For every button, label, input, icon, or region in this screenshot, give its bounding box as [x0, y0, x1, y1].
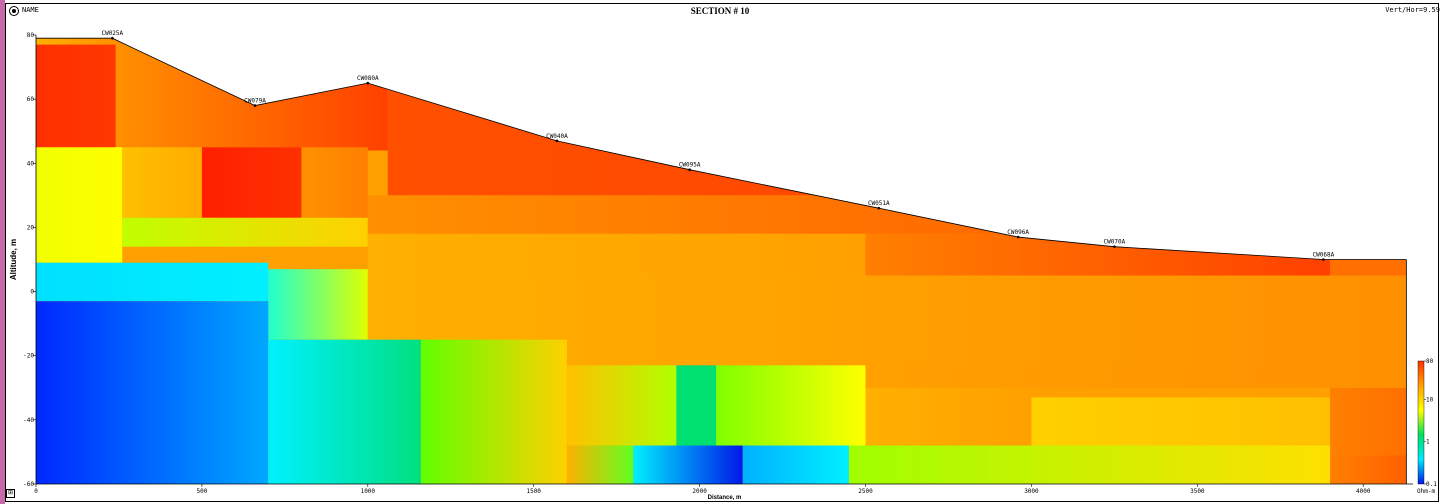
- y-tick-label: 20: [27, 224, 35, 231]
- x-tick-label: 2000: [692, 488, 707, 495]
- resistivity-layer: [201, 147, 302, 218]
- resistivity-layer: [268, 269, 368, 340]
- resistivity-layer: [36, 301, 269, 484]
- resistivity-layer: [36, 147, 123, 263]
- y-tick-label: 0: [30, 289, 34, 296]
- x-tick-label: 1000: [361, 488, 376, 495]
- x-tick-label: 0: [34, 488, 38, 495]
- resistivity-layer: [716, 365, 866, 446]
- resistivity-layer: [566, 445, 634, 484]
- resistivity-layer: [1031, 397, 1331, 446]
- x-axis-label: Distance, m: [708, 495, 742, 501]
- color-scale-unit: Ohm-m: [1417, 488, 1435, 495]
- x-tick-label: 1500: [526, 488, 541, 495]
- resistivity-layer: [865, 365, 1407, 388]
- station-label: CW080A: [357, 75, 379, 82]
- resistivity-layer: [420, 339, 567, 484]
- resistivity-section-chart: 0 500 1000 1500 2000 2500 3000 3500 4000 -60 -40 -2…: [9, 30, 1437, 501]
- color-scale-label: 80: [1426, 358, 1434, 365]
- y-tick-label: 60: [27, 96, 35, 103]
- y-tick-label: 80: [27, 32, 35, 39]
- resistivity-layer: [36, 262, 269, 302]
- y-tick-label: -20: [23, 353, 34, 360]
- color-scale-label: 10: [1426, 396, 1434, 403]
- resistivity-layer: [676, 365, 717, 446]
- station-marker[interactable]: [1322, 258, 1325, 261]
- resistivity-layer: [742, 445, 849, 484]
- x-tick-label: 4000: [1356, 488, 1371, 495]
- resistivity-layer: [1330, 387, 1407, 456]
- resistivity-layer: [367, 233, 866, 276]
- resistivity-layer: [848, 445, 1331, 484]
- resistivity-layer: [387, 79, 1407, 196]
- y-tick-label: -40: [23, 417, 34, 424]
- station-marker[interactable]: [688, 168, 691, 171]
- x-tick-label: 3000: [1024, 488, 1039, 495]
- station-marker[interactable]: [1113, 245, 1116, 248]
- station-label: CW095A: [679, 162, 701, 169]
- station-label: CW025A: [101, 30, 123, 37]
- station-label: CW051A: [868, 200, 890, 207]
- x-tick-label: 3500: [1190, 488, 1205, 495]
- station-label: CW096A: [1007, 229, 1029, 236]
- resistivity-layer: [865, 387, 1032, 446]
- resistivity-layers: [36, 38, 1407, 484]
- station-marker[interactable]: [877, 206, 881, 210]
- station-label: CW079A: [244, 98, 266, 105]
- station-marker[interactable]: [366, 81, 370, 85]
- resistivity-layer: [1330, 455, 1407, 484]
- color-scale-bar: 0.1 1 10 80 Ohm-m: [1417, 358, 1437, 495]
- y-tick-label: 40: [27, 160, 35, 167]
- x-tick-label: 500: [196, 488, 207, 495]
- station-label: CW068A: [1313, 252, 1335, 259]
- station-marker[interactable]: [1016, 235, 1020, 239]
- resistivity-layer: [566, 365, 677, 446]
- y-tick-label: -60: [23, 481, 34, 488]
- resistivity-layer: [268, 339, 421, 484]
- station-marker[interactable]: [111, 36, 114, 40]
- station-label: CW040A: [546, 133, 568, 140]
- resistivity-layer: [122, 217, 368, 247]
- y-axis-label: Altitude, m: [9, 239, 18, 280]
- color-scale-label: 1: [1426, 439, 1430, 446]
- station-label: CW070A: [1104, 239, 1126, 246]
- resistivity-layer: [633, 445, 743, 484]
- station-marker[interactable]: [555, 139, 559, 143]
- color-scale-gradient: [1417, 360, 1425, 485]
- color-scale-label: 0.1: [1426, 481, 1437, 488]
- resistivity-layer: [115, 38, 388, 151]
- station-marker[interactable]: [253, 104, 257, 107]
- x-tick-label: 2500: [858, 488, 873, 495]
